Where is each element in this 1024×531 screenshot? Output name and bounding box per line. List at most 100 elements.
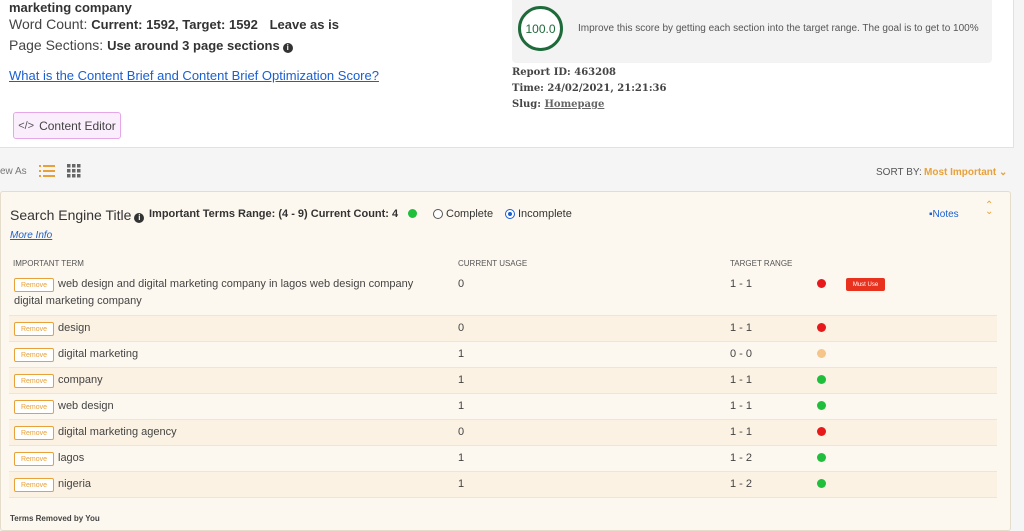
- chevron-down-icon: ⌄: [985, 206, 994, 217]
- score-description: Improve this score by getting each secti…: [578, 23, 979, 34]
- section-title: Search Engine Title i: [10, 207, 145, 223]
- page-sections-label: Page Sections:: [9, 37, 104, 53]
- table-row: Remove web design and digital marketing c…: [9, 272, 997, 316]
- word-count-row: Word Count: Current: 1592, Target: 1592 …: [9, 16, 339, 32]
- header-term: IMPORTANT TERM: [13, 259, 84, 268]
- terms-range: Important Terms Range: (4 - 9) Current C…: [149, 208, 399, 220]
- remove-button[interactable]: Remove: [14, 374, 54, 388]
- current-usage: 1: [458, 478, 465, 490]
- term-text: design: [58, 322, 91, 334]
- removed-terms-label: Terms Removed by You: [10, 514, 100, 523]
- page-sections-value: Use around 3 page sections: [107, 38, 280, 53]
- status-dot: [817, 479, 826, 488]
- current-usage: 0: [458, 426, 465, 438]
- header-usage: CURRENT USAGE: [458, 259, 528, 268]
- current-usage: 0: [458, 278, 465, 290]
- table-row: Remove nigeria 1 1 - 2: [9, 472, 997, 498]
- brief-card: marketing company Word Count: Current: 1…: [0, 0, 1014, 148]
- report-slug: Slug: Homepage: [512, 99, 604, 110]
- collapse-icon[interactable]: ⌃ ⌄: [985, 201, 994, 217]
- target-range: 1 - 1: [730, 322, 753, 334]
- current-usage: 1: [458, 452, 465, 464]
- table-row: Remove digital marketing 1 0 - 0: [9, 342, 997, 368]
- header-target: TARGET RANGE: [730, 259, 793, 268]
- brief-help-link[interactable]: What is the Content Brief and Content Br…: [9, 68, 379, 83]
- status-dot: [817, 427, 826, 436]
- target-range: 1 - 1: [730, 400, 753, 412]
- table-row: Remove digital marketing agency 0 1 - 1: [9, 420, 997, 446]
- report-slug-label: Slug:: [512, 99, 541, 110]
- notes-label: Notes: [932, 209, 959, 220]
- report-time-label: Time:: [512, 83, 544, 94]
- score-panel: 100.0 Improve this score by getting each…: [512, 0, 992, 63]
- target-range: 1 - 1: [730, 374, 753, 386]
- section-title-text: Search Engine Title: [10, 207, 132, 223]
- status-dot: [817, 401, 826, 410]
- term-text: nigeria: [58, 478, 92, 490]
- must-use-badge: Must Use: [846, 278, 885, 291]
- term-text: web design and digital marketing company…: [14, 278, 414, 307]
- status-dot: [817, 323, 826, 332]
- remove-button[interactable]: Remove: [14, 478, 54, 492]
- remove-button[interactable]: Remove: [14, 348, 54, 362]
- word-count-note: Leave as is: [269, 17, 339, 32]
- chevron-down-icon: ⌄: [999, 167, 1008, 178]
- current-usage: 0: [458, 322, 465, 334]
- current-usage: 1: [458, 374, 465, 386]
- status-dot: [817, 453, 826, 462]
- content-editor-button[interactable]: </> Content Editor: [13, 112, 121, 139]
- target-range: 0 - 0: [730, 348, 753, 360]
- status-dot: [817, 279, 826, 288]
- report-id-label: Report ID:: [512, 67, 571, 78]
- notes-button[interactable]: ▪Notes: [929, 209, 959, 220]
- code-icon: </>: [18, 119, 35, 132]
- status-dot: [817, 375, 826, 384]
- info-icon[interactable]: i: [282, 43, 293, 53]
- term-text: lagos: [58, 452, 85, 464]
- info-icon[interactable]: i: [134, 213, 145, 223]
- target-range: 1 - 2: [730, 452, 753, 464]
- sort-value: Most Important: [924, 167, 997, 178]
- remove-button[interactable]: Remove: [14, 426, 54, 440]
- term-text: digital marketing: [58, 348, 139, 360]
- complete-radio[interactable]: Complete: [433, 208, 493, 220]
- target-range: 1 - 1: [730, 278, 753, 290]
- grid-view-icon[interactable]: [67, 164, 81, 178]
- section-status-dot: [408, 209, 417, 218]
- word-count-label: Word Count:: [9, 16, 88, 32]
- word-count-value: Current: 1592, Target: 1592: [91, 17, 258, 32]
- report-id-value: 463208: [574, 67, 616, 78]
- sort-dropdown[interactable]: Most Important ⌄: [924, 167, 1007, 178]
- report-time: Time: 24/02/2021, 21:21:36: [512, 83, 666, 94]
- company-line: marketing company: [9, 0, 132, 15]
- remove-button[interactable]: Remove: [14, 400, 54, 414]
- term-text: web design: [58, 400, 114, 412]
- radio-circle: [433, 209, 443, 219]
- score-gauge: 100.0: [518, 6, 563, 51]
- table-row: Remove web design 1 1 - 1: [9, 394, 997, 420]
- report-id: Report ID: 463208: [512, 67, 616, 78]
- view-as-label: ew As: [0, 166, 27, 177]
- more-info-link[interactable]: More Info: [10, 230, 52, 241]
- term-text: digital marketing agency: [58, 426, 177, 438]
- sort-label: SORT BY:: [876, 167, 922, 178]
- slug-link[interactable]: Homepage: [544, 99, 604, 110]
- incomplete-radio[interactable]: Incomplete: [505, 208, 572, 220]
- table-row: Remove company 1 1 - 1: [9, 368, 997, 394]
- remove-button[interactable]: Remove: [14, 322, 54, 336]
- complete-label: Complete: [446, 208, 494, 220]
- status-dot: [817, 349, 826, 358]
- term-text: company: [58, 374, 103, 386]
- current-usage: 1: [458, 400, 465, 412]
- incomplete-label: Incomplete: [518, 208, 572, 220]
- target-range: 1 - 1: [730, 426, 753, 438]
- content-editor-label: Content Editor: [39, 118, 116, 133]
- remove-button[interactable]: Remove: [14, 452, 54, 466]
- page-sections-row: Page Sections: Use around 3 page section…: [9, 37, 293, 53]
- target-range: 1 - 2: [730, 478, 753, 490]
- radio-circle-selected: [505, 209, 515, 219]
- list-view-icon[interactable]: [39, 164, 55, 178]
- report-time-value: 24/02/2021, 21:21:36: [547, 83, 667, 94]
- table-row: Remove lagos 1 1 - 2: [9, 446, 997, 472]
- current-usage: 1: [458, 348, 465, 360]
